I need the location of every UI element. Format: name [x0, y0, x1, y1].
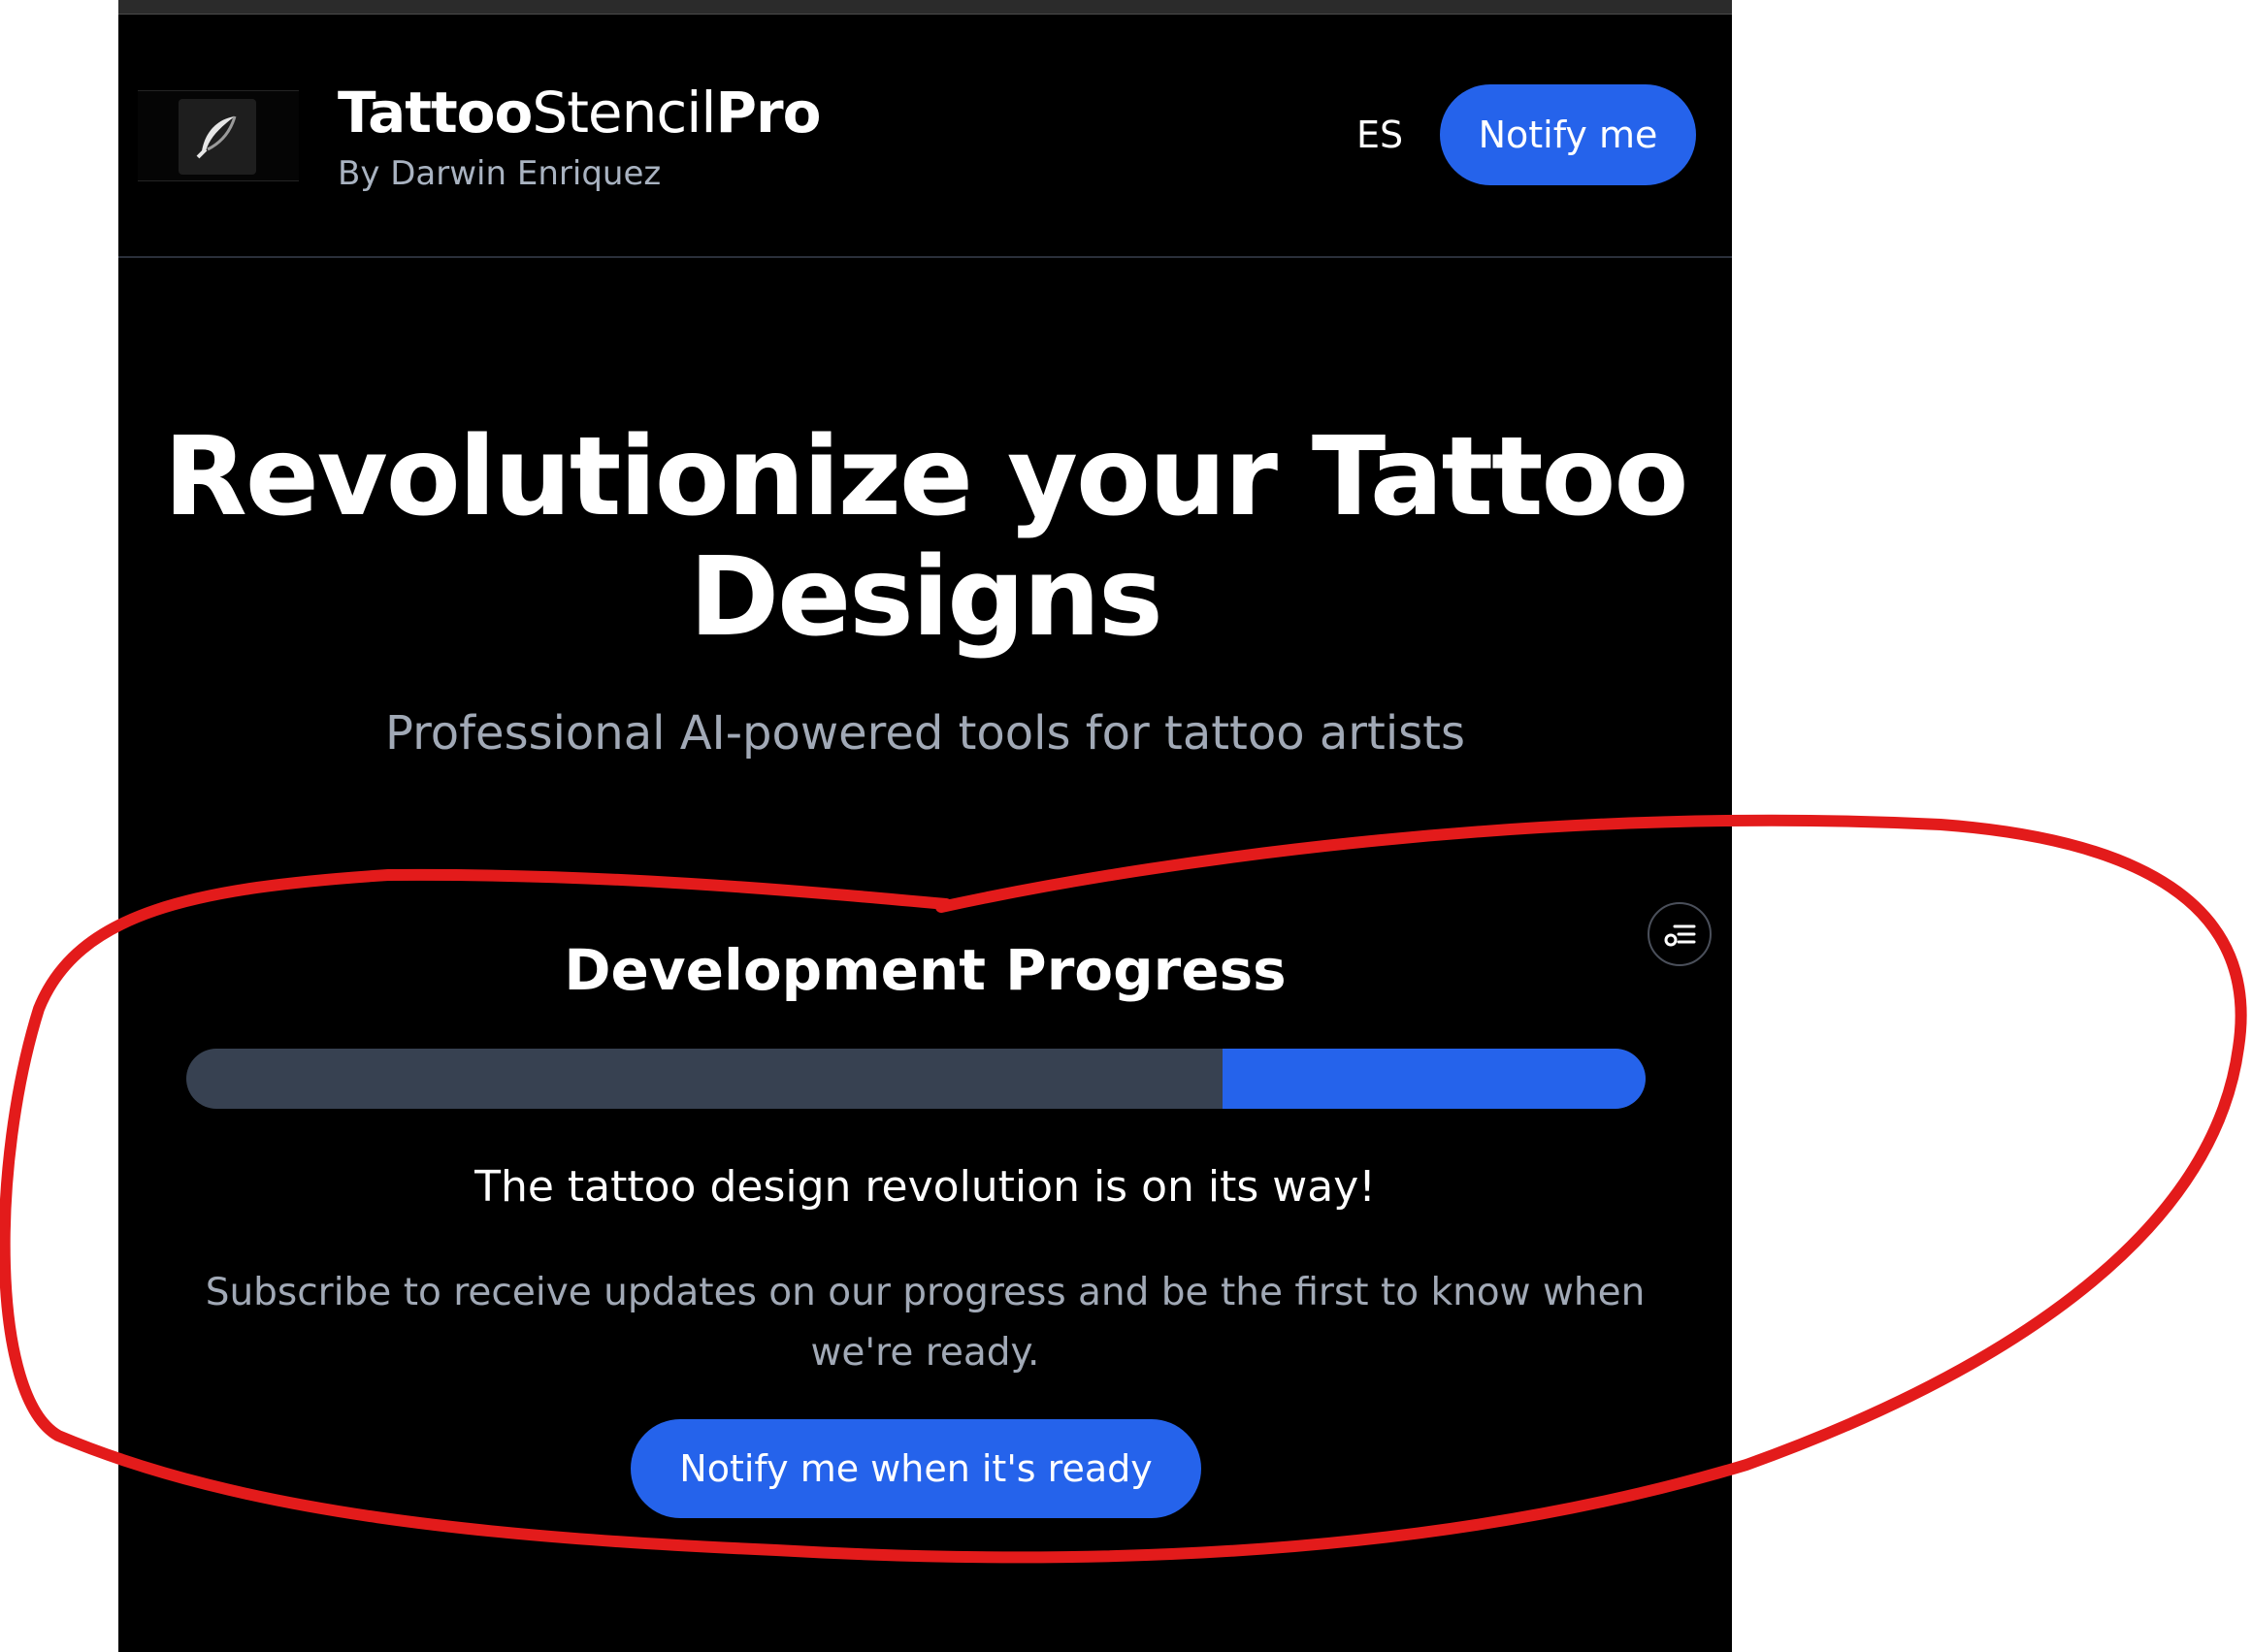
progress-description: Subscribe to receive updates on our prog…	[205, 1271, 1646, 1375]
screenshot-stage: TattooStencilPro By Darwin Enriquez ES N…	[0, 0, 2252, 1652]
notify-when-ready-button[interactable]: Notify me when it's ready	[631, 1419, 1201, 1518]
browser-top-edge	[118, 0, 1732, 15]
logo-tile	[179, 99, 256, 175]
landing-page: TattooStencilPro By Darwin Enriquez ES N…	[118, 0, 1732, 1652]
notify-me-button[interactable]: Notify me	[1440, 84, 1696, 185]
brand-name-part-2: Stencil	[532, 80, 716, 146]
site-header: TattooStencilPro By Darwin Enriquez ES N…	[118, 14, 1732, 258]
progress-section-title: Development Progress	[564, 937, 1287, 1003]
progress-tagline: The tattoo design revolution is on its w…	[474, 1162, 1376, 1212]
brand-name[interactable]: TattooStencilPro	[338, 80, 822, 146]
progress-bar	[186, 1049, 1646, 1109]
brand-name-part-3: Pro	[715, 80, 822, 146]
brand-name-part-1: Tattoo	[338, 80, 533, 146]
feather-icon	[196, 115, 237, 159]
hero-subtitle: Professional AI-powered tools for tattoo…	[384, 706, 1466, 761]
author-byline: By Darwin Enriquez	[338, 154, 662, 193]
hero-title: Revolutionize your Tattoo Designs	[163, 414, 1689, 661]
progress-bar-fill	[1222, 1049, 1646, 1109]
language-toggle[interactable]: ES	[1356, 113, 1403, 156]
logo[interactable]	[138, 90, 299, 181]
